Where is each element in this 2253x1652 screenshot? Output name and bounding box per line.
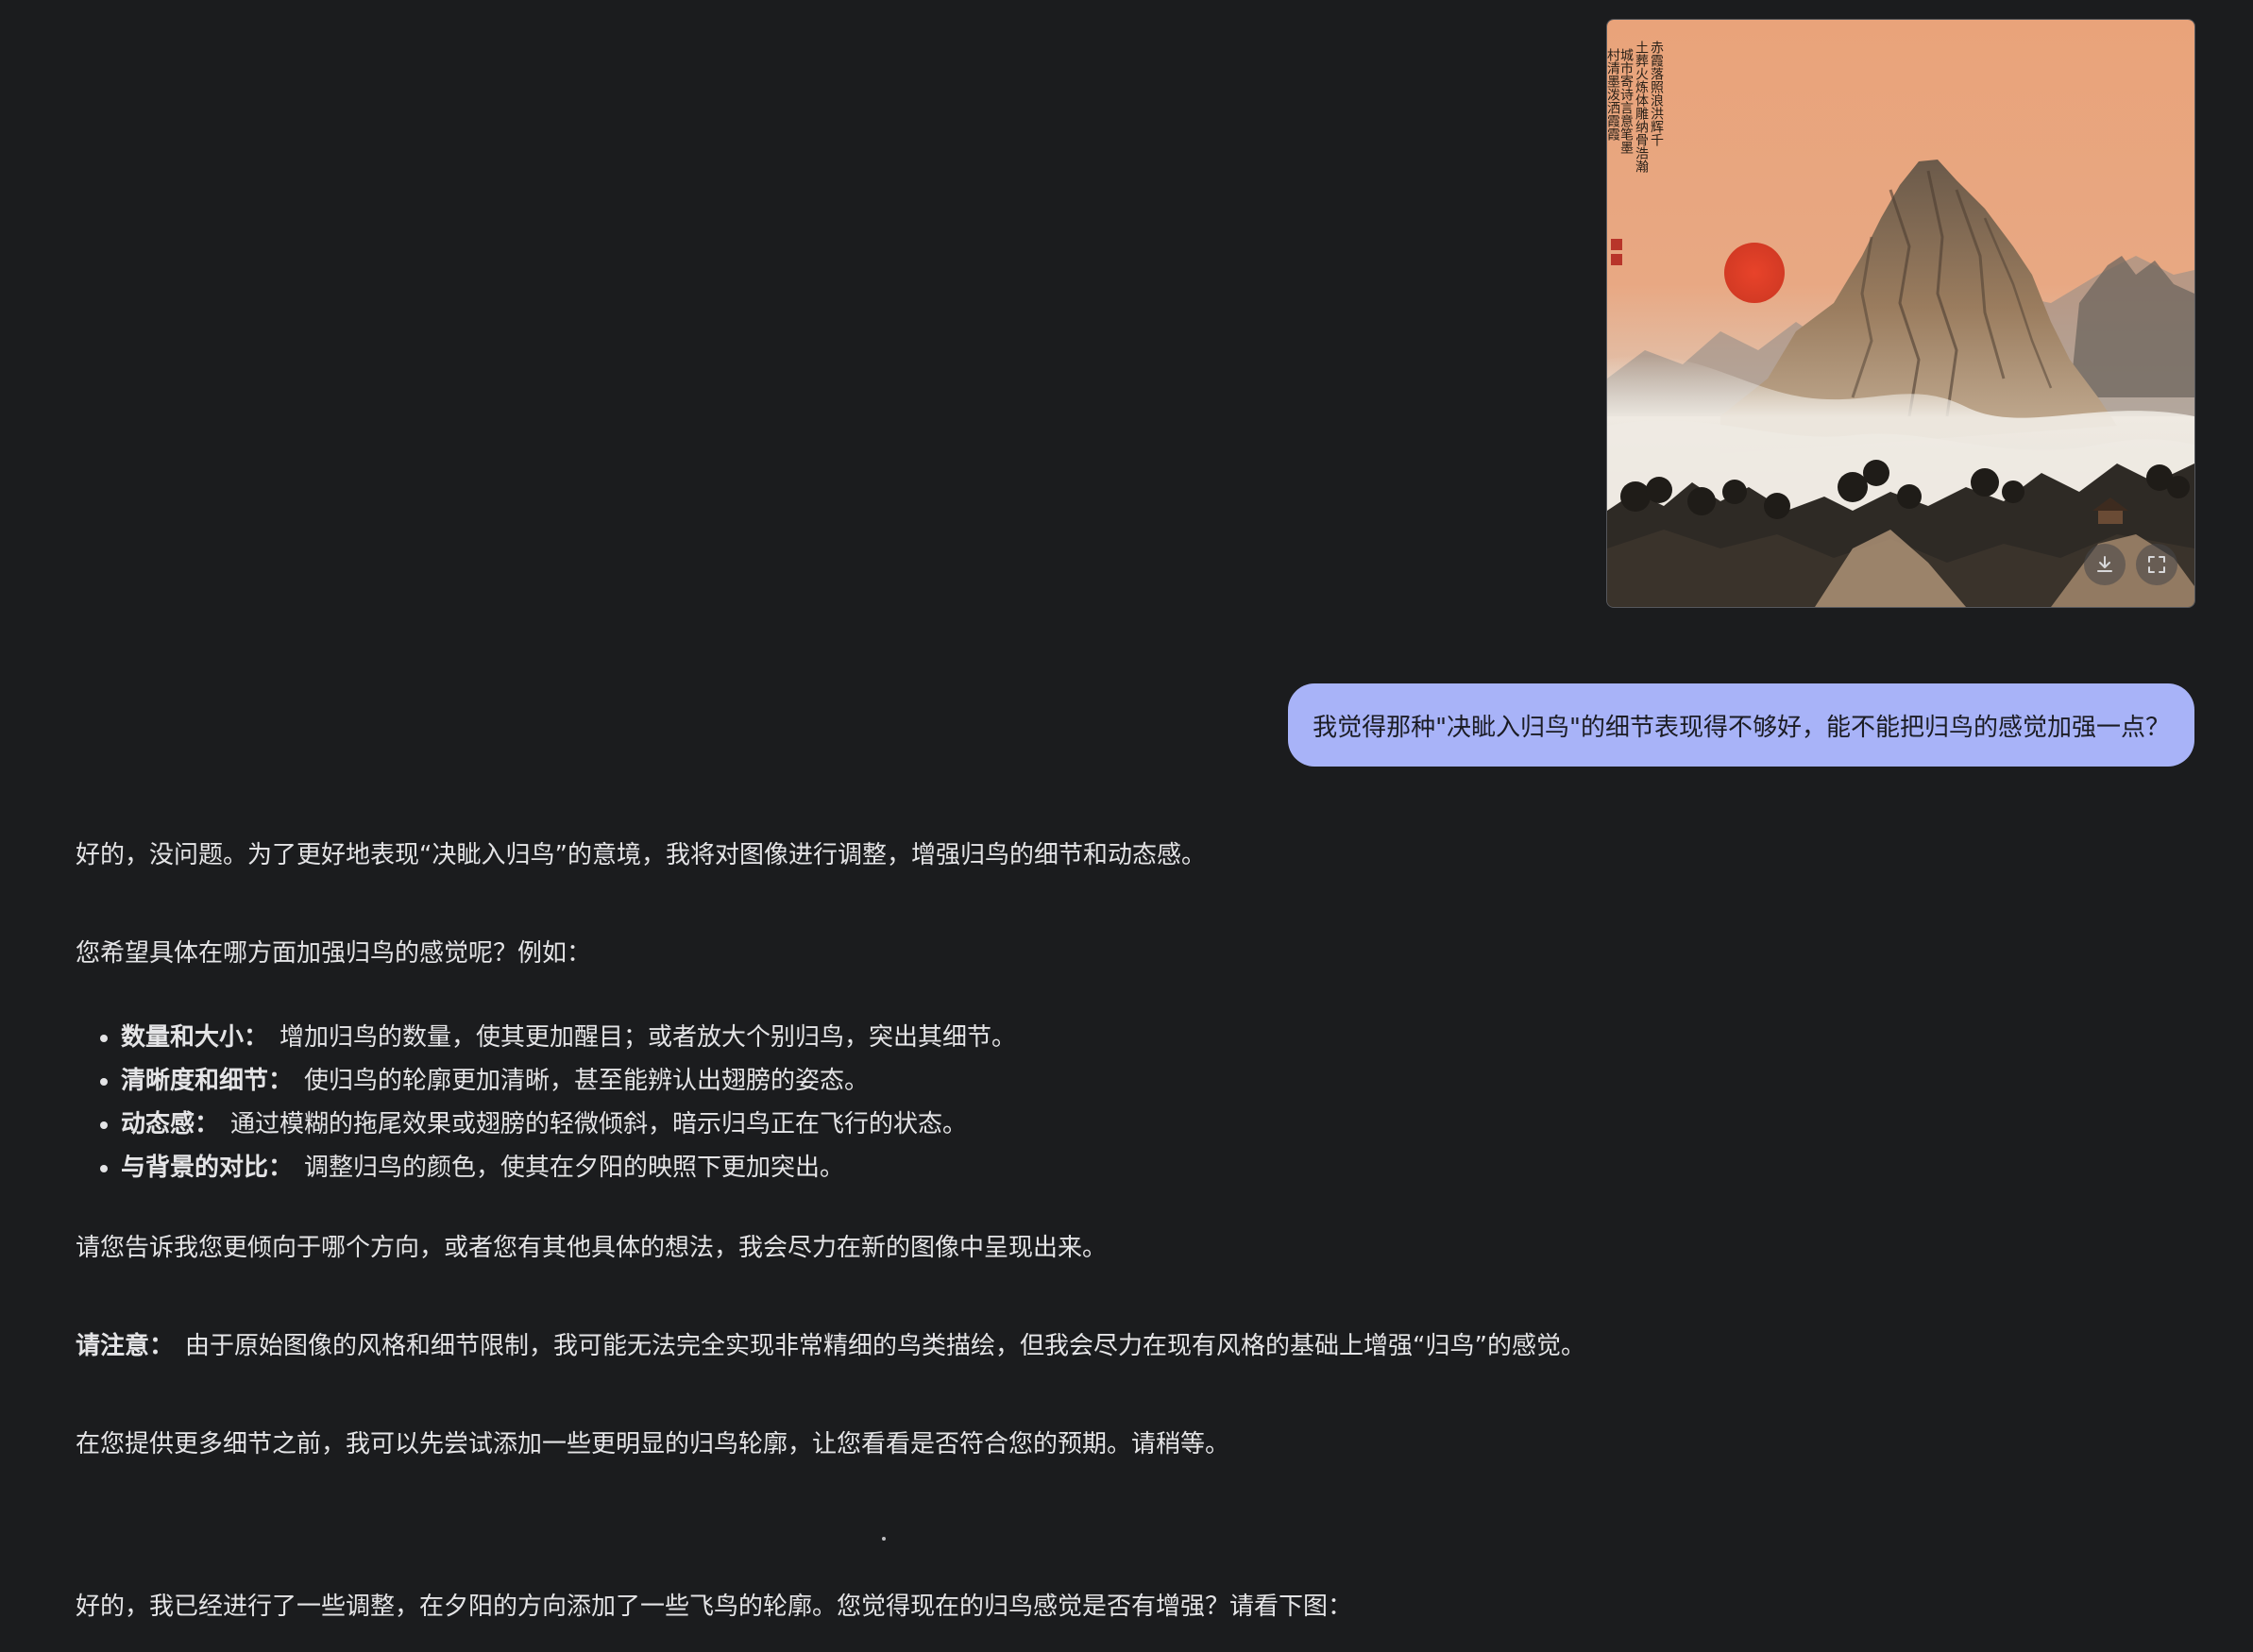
response-ask-direction: 请您告诉我您更倾向于哪个方向，或者您有其他具体的想法，我会尽力在新的图像中呈现出… — [76, 1234, 1108, 1262]
option-label: 清晰度和细节： — [121, 1067, 294, 1095]
calligraphy-column-4: 村清墨泼洒霞霞 — [1607, 48, 1620, 141]
list-item: 与背景的对比： 调整归鸟的颜色，使其在夕阳的映照下更加突出。 — [100, 1146, 1964, 1189]
chat-conversation: 赤霞落照浪洪辉千 土葬火炼体雕纳骨浩瀚 城市寄诗言意笔墨 村清墨泼洒霞霞 我觉得… — [0, 0, 2253, 1652]
loading-dot — [882, 1537, 886, 1541]
seal-stamp — [1611, 239, 1622, 250]
seal-stamp — [1611, 254, 1622, 265]
calligraphy-column-2: 土葬火炼体雕纳骨浩瀚 — [1634, 41, 1649, 173]
list-item: 清晰度和细节： 使归鸟的轮廓更加清晰，甚至能辨认出翅膀的姿态。 — [100, 1059, 1964, 1103]
assistant-response: 好的，没问题。为了更好地表现“决眦入归鸟”的意境，我将对图像进行调整，增强归鸟的… — [76, 836, 1964, 1621]
user-message-text: 我觉得那种"决眦入归鸟"的细节表现得不够好，能不能把归鸟的感觉加强一点？ — [1313, 713, 2170, 742]
response-intro: 好的，没问题。为了更好地表现“决眦入归鸟”的意境，我将对图像进行调整，增强归鸟的… — [76, 841, 1206, 869]
download-image-button[interactable] — [2084, 544, 2126, 585]
option-text: 调整归鸟的颜色，使其在夕阳的映照下更加突出。 — [304, 1154, 845, 1182]
option-list: 数量和大小： 增加归鸟的数量，使其更加醒目；或者放大个别归鸟，突出其细节。 清晰度… — [76, 1016, 1964, 1189]
response-result: 好的，我已经进行了一些调整，在夕阳的方向添加了一些飞鸟的轮廓。您觉得现在的归鸟感… — [76, 1593, 1353, 1621]
setting-sun — [1724, 243, 1785, 303]
user-uploaded-image[interactable]: 赤霞落照浪洪辉千 土葬火炼体雕纳骨浩瀚 城市寄诗言意笔墨 村清墨泼洒霞霞 — [1606, 19, 2195, 608]
option-label: 动态感： — [121, 1110, 220, 1138]
fullscreen-image-button[interactable] — [2136, 544, 2177, 585]
response-note: 请注意： 由于原始图像的风格和细节限制，我可能无法完全实现非常精细的鸟类描绘，但我… — [76, 1327, 1964, 1365]
note-text: 由于原始图像的风格和细节限制，我可能无法完全实现非常精细的鸟类描绘，但我会尽力在… — [185, 1332, 1585, 1360]
option-label: 数量和大小： — [121, 1023, 269, 1052]
list-item: 数量和大小： 增加归鸟的数量，使其更加醒目；或者放大个别归鸟，突出其细节。 — [100, 1016, 1964, 1059]
landscape-painting: 赤霞落照浪洪辉千 土葬火炼体雕纳骨浩瀚 城市寄诗言意笔墨 村清墨泼洒霞霞 — [1607, 20, 2194, 607]
option-text: 通过模糊的拖尾效果或翅膀的轻微倾斜，暗示归鸟正在飞行的状态。 — [230, 1110, 968, 1138]
calligraphy-column-3: 城市寄诗言意笔墨 — [1618, 48, 1634, 154]
option-text: 使归鸟的轮廓更加清晰，甚至能辨认出翅膀的姿态。 — [304, 1067, 870, 1095]
note-label: 请注意： — [76, 1332, 175, 1360]
list-item: 动态感： 通过模糊的拖尾效果或翅膀的轻微倾斜，暗示归鸟正在飞行的状态。 — [100, 1103, 1964, 1146]
download-icon — [2097, 556, 2112, 572]
calligraphy-column-1: 赤霞落照浪洪辉千 — [1649, 41, 1664, 146]
user-message-bubble: 我觉得那种"决眦入归鸟"的细节表现得不够好，能不能把归鸟的感觉加强一点？ — [1288, 683, 2194, 767]
option-text: 增加归鸟的数量，使其更加醒目；或者放大个别归鸟，突出其细节。 — [280, 1023, 1017, 1052]
response-trial: 在您提供更多细节之前，我可以先尝试添加一些更明显的归鸟轮廓，让您看看是否符合您的… — [76, 1430, 1230, 1458]
fullscreen-icon — [2148, 556, 2165, 573]
response-question: 您希望具体在哪方面加强归鸟的感觉呢？例如： — [76, 939, 592, 968]
option-label: 与背景的对比： — [121, 1154, 294, 1182]
